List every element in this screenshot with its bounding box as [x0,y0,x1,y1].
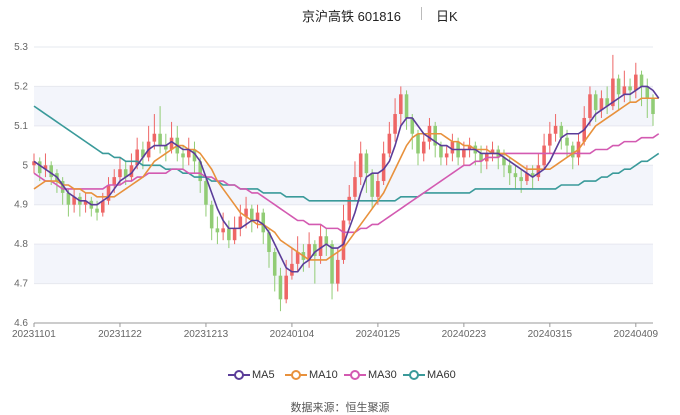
x-tick-label: 20240104 [270,329,315,340]
legend-marker-ma60 [403,370,425,380]
candle-body [536,165,541,178]
candle-body [416,133,420,154]
y-tick-label: 4.6 [14,318,28,329]
y-tick-label: 5.3 [14,42,28,53]
x-tick-label: 20231101 [12,329,56,340]
candle-body [232,228,237,241]
candle-body [272,252,277,276]
candle-body [634,74,638,91]
candle-body [227,228,231,241]
x-axis: 20231101 20231122 20231213 20240104 20240125… [12,322,659,340]
candle-body [358,153,363,178]
candle-body [112,177,117,185]
candle-body [221,228,225,233]
candle-body [335,259,340,284]
candle-body [370,173,374,197]
candle-body [593,94,598,111]
legend-marker-ma5 [228,370,250,380]
candle-body [158,133,162,146]
candle-body [570,145,575,158]
candle-body [444,153,449,158]
y-tick-label: 5.1 [14,121,28,132]
candle-body [95,208,99,213]
candle-body [421,141,426,154]
x-tick-label: 20231122 [98,329,142,340]
legend-label-ma60: MA60 [427,369,456,381]
candle-body [278,275,283,300]
candle-body [404,94,409,118]
candle-body [255,212,260,221]
kline-chart[interactable]: 5.35.25.154.94.84.74.6 20231101 20231122 2… [0,0,680,365]
candle-body [215,228,220,233]
x-tick-label: 20240223 [442,329,487,340]
candle-body [513,173,518,178]
x-tick-label: 20240125 [356,329,401,340]
legend-label-ma30: MA30 [368,369,397,381]
y-tick-label: 4.7 [14,279,28,290]
x-tick-label: 20240315 [528,329,573,340]
legend-label-ma5: MA5 [252,369,275,381]
candle-body [622,86,627,95]
candle-body [376,181,380,197]
candle-body [439,145,443,158]
candle-body [387,133,392,154]
candle-body [548,133,552,146]
candle-body [565,137,569,146]
candle-body [324,236,329,245]
legend-marker-ma30 [344,370,366,380]
y-tick-label: 4.8 [14,239,28,250]
candle-body [290,263,294,276]
candle-body [152,133,157,142]
candle-body [204,181,208,205]
candle-body [181,153,185,158]
candle-body [399,94,403,115]
candle-body [628,86,632,91]
candle-body [519,177,523,182]
y-axis: 5.3 5.2 5.1 5 4.9 4.8 4.7 4.6 [14,42,28,329]
candle-body [330,244,334,284]
candle-body [639,74,644,87]
candle-body [651,98,655,115]
candle-body [284,275,288,300]
candle-body [37,161,42,174]
candle-body [261,212,266,233]
candle-body [553,125,558,134]
candle-body [462,149,466,158]
candle-body [49,165,53,178]
candle-body [450,141,455,154]
legend-label-ma10: MA10 [309,369,338,381]
candle-body [393,114,397,134]
x-tick-label: 20240409 [614,329,659,340]
grid-band [34,86,653,126]
y-tick-label: 5 [22,160,28,171]
candle-body [353,177,357,197]
legend-marker-ma10 [285,370,307,380]
candle-body [364,153,369,174]
candle-body [542,145,546,166]
candle-body [588,94,592,118]
y-tick-label: 4.9 [14,200,28,211]
candle-body [616,78,621,95]
candle-body [507,165,512,174]
candle-body [318,236,323,256]
candle-body [118,169,122,178]
y-tick-label: 5.2 [14,81,28,92]
candle-body [209,204,214,229]
x-tick-label: 20231213 [184,329,229,340]
